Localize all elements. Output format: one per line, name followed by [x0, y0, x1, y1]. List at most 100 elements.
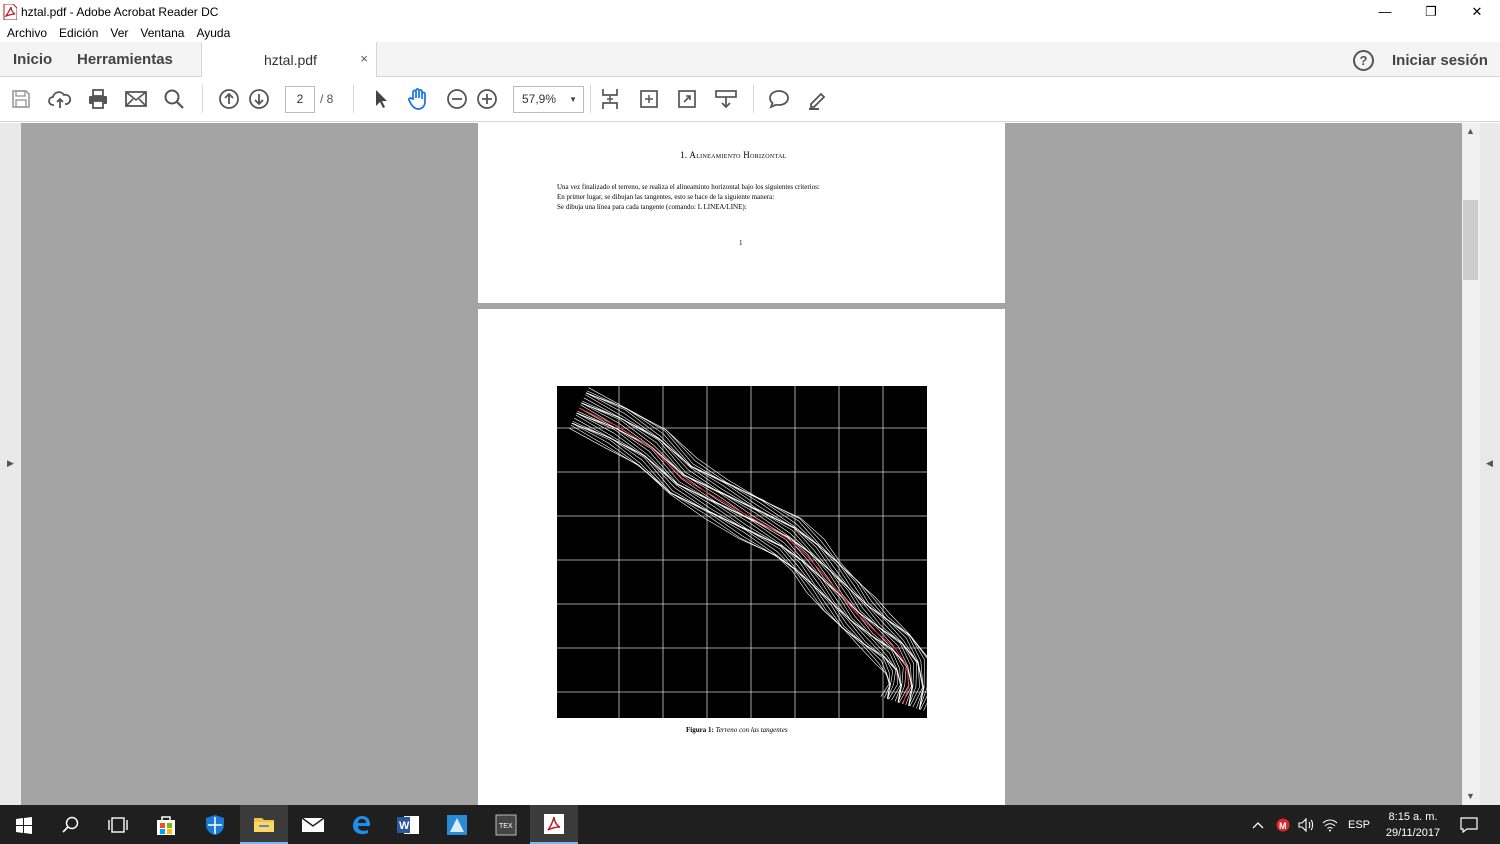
figure-caption: Figura 1: Terreno con las tangentes [686, 726, 788, 734]
help-icon[interactable]: ? [1353, 50, 1374, 71]
svg-text:M: M [1279, 821, 1287, 831]
acrobat-app-icon [3, 3, 17, 20]
zoom-value: 57,9% [522, 92, 557, 106]
tab-home[interactable]: Inicio [13, 42, 52, 77]
toolbar-separator [202, 85, 203, 113]
menu-edicion[interactable]: Edición [53, 26, 104, 40]
paragraph-line-2: En primer lugar, se dibujan las tangente… [557, 193, 775, 201]
terrain-contour-plot [557, 386, 927, 718]
contour-line [588, 387, 927, 711]
menu-archivo[interactable]: Archivo [0, 26, 53, 40]
page-number-input[interactable]: 2 [285, 86, 315, 113]
minimize-button[interactable]: — [1362, 0, 1408, 23]
toolbar-separator [590, 85, 591, 113]
paragraph-line-1: Una vez finalizado el terreno, se realiz… [557, 183, 820, 191]
menu-ayuda[interactable]: Ayuda [190, 26, 236, 40]
contour-line [571, 423, 894, 699]
search-icon[interactable] [162, 87, 186, 111]
volume-icon[interactable] [1298, 805, 1316, 844]
menu-bar: Archivo Edición Ver Ventana Ayuda [0, 23, 1500, 42]
sign-in-button[interactable]: Iniciar sesión [1392, 52, 1488, 69]
tex-editor-icon[interactable]: TEX [482, 805, 530, 844]
expand-left-pane-icon[interactable]: ▶ [7, 458, 14, 469]
document-tab-label: hztal.pdf [264, 52, 317, 68]
title-bar: hztal.pdf - Adobe Acrobat Reader DC — ❐ … [0, 0, 1500, 23]
svg-text:W: W [399, 820, 410, 832]
close-button[interactable]: ✕ [1454, 0, 1500, 23]
contour-line [574, 417, 901, 701]
scroll-down-icon[interactable]: ▼ [1466, 791, 1475, 801]
contour-line [571, 422, 891, 699]
mail-icon[interactable] [289, 805, 337, 844]
task-view-icon[interactable] [94, 805, 142, 844]
tab-tools[interactable]: Herramientas [77, 42, 173, 77]
autodesk-icon[interactable] [433, 805, 481, 844]
toolbar [0, 77, 1500, 122]
contour-line [576, 413, 904, 703]
select-cursor-icon[interactable] [368, 87, 392, 111]
hand-tool-icon[interactable] [406, 87, 430, 111]
fit-width-icon[interactable] [637, 87, 661, 111]
notification-center-icon[interactable] [1460, 805, 1478, 844]
scroll-up-icon[interactable]: ▲ [1466, 126, 1475, 136]
paragraph-line-3: Se dibuja una línea para cada tangente (… [557, 203, 747, 211]
contour-line [576, 412, 902, 703]
clock-date: 29/11/2017 [1385, 827, 1441, 839]
full-screen-icon[interactable] [675, 87, 699, 111]
mega-sync-icon[interactable]: M [1276, 805, 1290, 844]
zoom-out-icon[interactable] [445, 87, 469, 111]
taskbar: W TEX M ESP 8:15 a. m. 29/11/2017 [0, 805, 1500, 844]
page-total: / 8 [320, 92, 334, 106]
svg-text:TEX: TEX [499, 823, 513, 830]
contour-line [585, 394, 925, 709]
contour-line [576, 412, 907, 703]
scrollbar-thumb[interactable] [1463, 200, 1478, 280]
contour-line [578, 407, 912, 704]
wifi-icon[interactable] [1322, 805, 1338, 844]
contour-line [571, 422, 890, 700]
print-icon[interactable] [86, 87, 110, 111]
restore-button[interactable]: ❐ [1408, 0, 1454, 23]
prev-page-icon[interactable] [217, 87, 241, 111]
tab-bar: Inicio Herramientas hztal.pdf × ? Inicia… [0, 42, 1500, 78]
menu-ver[interactable]: Ver [104, 26, 134, 40]
expand-right-pane-icon[interactable]: ◀ [1486, 458, 1493, 469]
tray-chevron-icon[interactable] [1252, 805, 1264, 844]
cloud-upload-icon[interactable] [48, 87, 72, 111]
caption-label: Figura 1: [686, 726, 714, 734]
scroll-mode-icon[interactable] [714, 87, 738, 111]
contour-line [569, 428, 890, 697]
clock-time: 8:15 a. m. [1388, 811, 1438, 823]
tab-document[interactable]: hztal.pdf × [201, 42, 377, 78]
terrain-figure [557, 386, 927, 718]
acrobat-icon[interactable] [530, 805, 578, 844]
window-title: hztal.pdf - Adobe Acrobat Reader DC [21, 4, 219, 19]
comment-icon[interactable] [767, 87, 791, 111]
close-tab-icon[interactable]: × [360, 51, 368, 66]
file-explorer-icon[interactable] [240, 805, 288, 844]
zoom-select[interactable]: 57,9% ▼ [513, 86, 584, 113]
email-icon[interactable] [124, 87, 148, 111]
edge-icon[interactable] [337, 805, 385, 844]
contour-line [580, 404, 913, 706]
defender-icon[interactable] [191, 805, 239, 844]
save-icon[interactable] [9, 87, 33, 111]
contour-line [583, 397, 923, 708]
highlight-pen-icon[interactable] [806, 87, 830, 111]
caption-text: Terreno con las tangentes [715, 726, 788, 734]
page-number-footer: 1 [739, 239, 743, 247]
store-icon[interactable] [142, 805, 190, 844]
fit-page-icon[interactable] [598, 87, 622, 111]
windows-start-icon[interactable] [0, 805, 48, 844]
system-clock[interactable]: 8:15 a. m. 29/11/2017 [1378, 809, 1448, 841]
zoom-in-icon[interactable] [475, 87, 499, 111]
search-icon[interactable] [47, 805, 95, 844]
next-page-icon[interactable] [247, 87, 271, 111]
contour-line [581, 402, 913, 706]
chevron-down-icon: ▼ [569, 95, 577, 104]
word-icon[interactable]: W [384, 805, 432, 844]
contour-line [571, 422, 897, 699]
contour-line [577, 410, 909, 703]
input-language[interactable]: ESP [1348, 805, 1370, 844]
menu-ventana[interactable]: Ventana [134, 26, 190, 40]
